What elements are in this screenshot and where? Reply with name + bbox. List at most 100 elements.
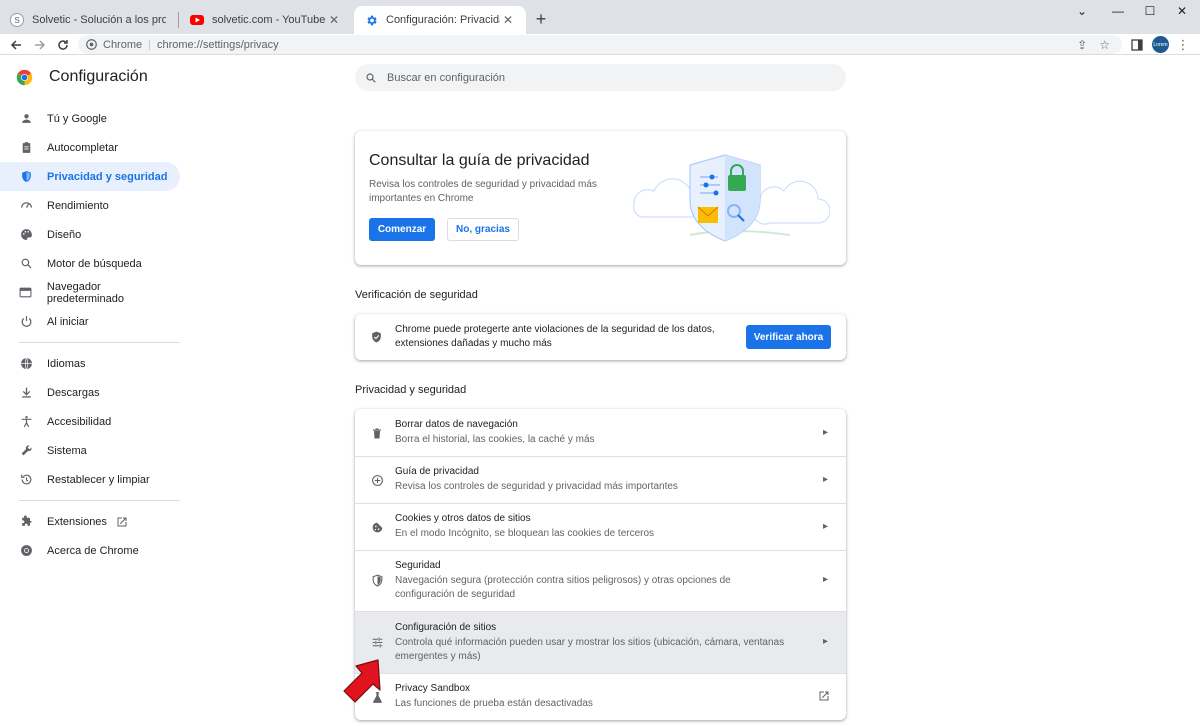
clipboard-icon <box>19 141 33 155</box>
red-annotation-arrow-icon <box>343 659 381 703</box>
share-icon[interactable]: ⇪ <box>1077 38 1087 52</box>
url-text: chrome://settings/privacy <box>156 38 279 51</box>
sidebar-item-reset[interactable]: Restablecer y limpiar <box>0 465 180 494</box>
site-label: Chrome <box>103 38 143 51</box>
open-in-new-icon <box>117 517 127 526</box>
chevron-right-icon: ▸ <box>822 427 828 438</box>
puzzle-icon <box>19 515 33 529</box>
sidebar-divider <box>19 500 180 501</box>
sidebar-item-label: Idiomas <box>47 357 86 370</box>
sidebar-item-languages[interactable]: Idiomas <box>0 349 180 378</box>
check-now-button[interactable]: Verificar ahora <box>746 325 831 349</box>
forward-button[interactable] <box>30 35 50 54</box>
chrome-icon <box>19 544 33 558</box>
row-site-settings[interactable]: Configuración de sitios Controla qué inf… <box>355 612 846 673</box>
close-tab-icon[interactable]: ✕ <box>326 12 342 28</box>
sidebar-item-on-startup[interactable]: Al iniciar <box>0 307 180 336</box>
tab-search-icon[interactable]: ⌄ <box>1064 0 1100 22</box>
privacy-guide-card: Consultar la guía de privacidad Revisa l… <box>355 131 846 265</box>
sidebar-item-label: Diseño <box>47 228 82 241</box>
sidebar-item-performance[interactable]: Rendimiento <box>0 191 180 220</box>
sidebar-item-label: Rendimiento <box>47 199 109 212</box>
sidebar-item-default-browser[interactable]: Navegador predeterminado <box>0 278 180 307</box>
row-title: Configuración de sitios <box>395 622 497 633</box>
row-cookies[interactable]: Cookies y otros datos de sitios En el mo… <box>355 503 846 550</box>
decline-guide-button[interactable]: No, gracias <box>447 218 519 241</box>
row-security[interactable]: Seguridad Navegación segura (protección … <box>355 550 846 611</box>
youtube-icon <box>190 13 204 27</box>
row-privacy-guide[interactable]: Guía de privacidad Revisa los controles … <box>355 456 846 503</box>
shield-icon <box>19 170 33 184</box>
close-window-button[interactable]: ✕ <box>1164 0 1200 22</box>
more-menu-icon[interactable]: ⋮ <box>1174 35 1192 54</box>
row-subtitle: Revisa los controles de seguridad y priv… <box>395 481 678 492</box>
reload-button[interactable] <box>53 35 73 54</box>
row-subtitle: Las funciones de prueba están desactivad… <box>395 698 593 709</box>
row-title: Borrar datos de navegación <box>395 419 518 430</box>
browser-icon <box>19 286 33 300</box>
maximize-button[interactable]: ☐ <box>1132 0 1168 22</box>
sidebar-item-label: Autocompletar <box>47 141 118 154</box>
close-tab-icon[interactable]: ✕ <box>500 12 516 28</box>
search-placeholder: Buscar en configuración <box>387 71 506 84</box>
safety-check-text: Chrome puede protegerte ante violaciones… <box>395 324 715 349</box>
sidebar-item-label: Accesibilidad <box>47 415 112 428</box>
address-bar[interactable]: Chrome | chrome://settings/privacy ⇪ ☆ <box>78 35 1122 54</box>
sidebar-item-label: Tú y Google <box>47 112 107 125</box>
sidebar-item-you-and-google[interactable]: Tú y Google <box>0 104 180 133</box>
trash-icon <box>369 425 385 441</box>
tab-title: solvetic.com - YouTube <box>212 14 326 26</box>
sidebar-item-system[interactable]: Sistema <box>0 436 180 465</box>
svg-text:S: S <box>14 16 19 25</box>
chrome-logo-icon <box>16 69 33 85</box>
sidebar-item-accessibility[interactable]: Accesibilidad <box>0 407 180 436</box>
forward-arrow-icon <box>35 39 46 50</box>
sidebar-item-label: Restablecer y limpiar <box>47 473 150 486</box>
row-subtitle: Controla qué información pueden usar y m… <box>395 637 785 662</box>
sidebar-item-downloads[interactable]: Descargas <box>0 378 180 407</box>
row-clear-browsing-data[interactable]: Borrar datos de navegación Borra el hist… <box>355 409 846 456</box>
person-icon <box>19 112 33 126</box>
tab-settings[interactable]: Configuración: Privacidad y segu ✕ <box>354 6 526 34</box>
side-panel-icon[interactable] <box>1128 35 1146 54</box>
palette-icon <box>19 228 33 242</box>
sidebar-item-label: Privacidad y seguridad <box>47 170 168 183</box>
shield-icon <box>369 572 385 588</box>
shield-check-icon <box>372 331 381 343</box>
row-title: Privacy Sandbox <box>395 683 471 694</box>
sidebar-item-about-chrome[interactable]: Acerca de Chrome <box>0 536 180 565</box>
sidebar-item-search-engine[interactable]: Motor de búsqueda <box>0 249 180 278</box>
tune-sliders-icon <box>369 634 385 650</box>
sidebar-item-label: Acerca de Chrome <box>47 544 139 557</box>
sidebar-item-appearance[interactable]: Diseño <box>0 220 180 249</box>
row-privacy-sandbox[interactable]: Privacy Sandbox Las funciones de prueba … <box>355 673 846 720</box>
compass-icon <box>369 472 385 488</box>
row-title: Seguridad <box>395 560 441 571</box>
open-in-new-icon <box>819 691 829 701</box>
omnibox-actions: ⇪ ☆ <box>1077 35 1110 54</box>
sidebar-item-label: Descargas <box>47 386 100 399</box>
chevron-right-icon: ▸ <box>822 521 828 532</box>
safety-section-title: Verificación de seguridad <box>355 289 478 301</box>
privacy-section-title: Privacidad y seguridad <box>355 384 467 396</box>
start-guide-button[interactable]: Comenzar <box>369 218 435 241</box>
profile-avatar[interactable]: Lorem <box>1152 36 1169 53</box>
sidebar-item-autofill[interactable]: Autocompletar <box>0 133 180 162</box>
back-arrow-icon <box>10 39 21 50</box>
row-title: Cookies y otros datos de sitios <box>395 513 531 524</box>
tab-solvetic[interactable]: S Solvetic - Solución a los problem <box>0 6 176 34</box>
new-tab-button[interactable]: + <box>530 8 552 30</box>
cookie-icon <box>369 519 385 535</box>
sidebar-divider <box>19 342 180 343</box>
globe-icon <box>19 357 33 371</box>
bookmark-star-icon[interactable]: ☆ <box>1099 38 1110 52</box>
back-button[interactable] <box>6 35 26 54</box>
tab-youtube[interactable]: solvetic.com - YouTube ✕ <box>180 6 352 34</box>
sidebar-item-privacy[interactable]: Privacidad y seguridad <box>0 162 180 191</box>
sidebar-item-extensions[interactable]: Extensiones <box>0 507 180 536</box>
minimize-button[interactable]: — <box>1100 0 1136 22</box>
search-icon <box>19 257 33 271</box>
row-title: Guía de privacidad <box>395 466 479 477</box>
wrench-icon <box>19 444 33 458</box>
settings-search-input[interactable]: Buscar en configuración <box>355 64 846 91</box>
